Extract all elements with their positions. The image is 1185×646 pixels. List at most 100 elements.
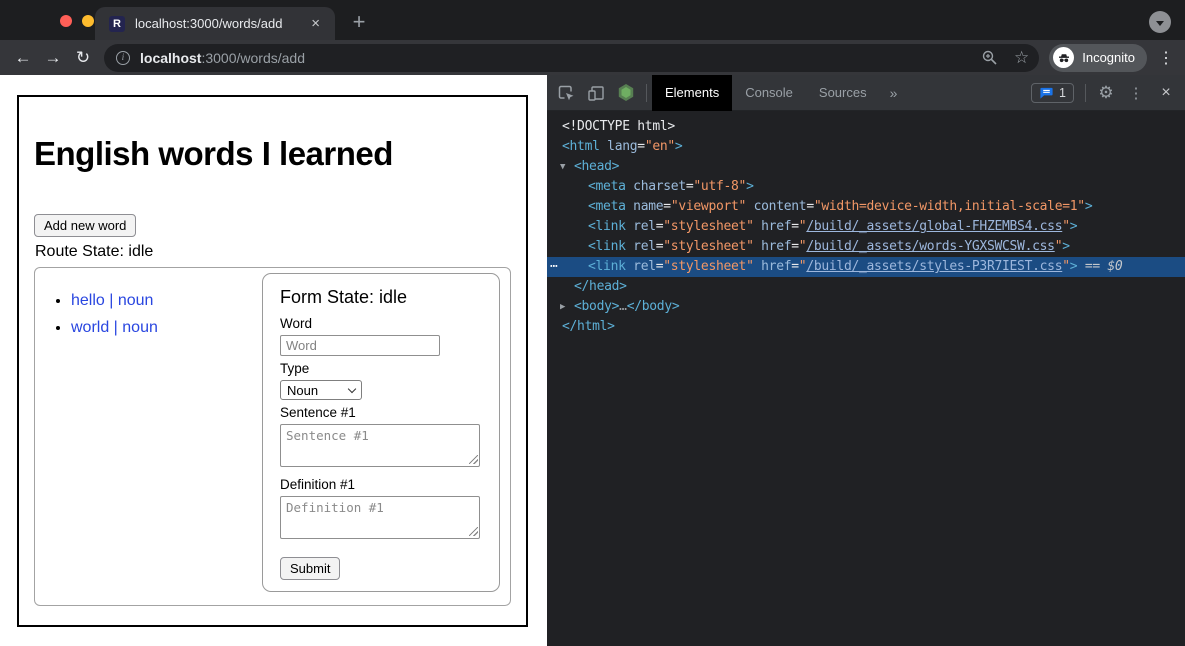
dom-row[interactable]: <meta charset="utf-8"> [547, 177, 1185, 197]
dom-row[interactable]: <link rel="stylesheet" href="/build/_ass… [547, 237, 1185, 257]
dom-token: </body> [627, 299, 680, 314]
incognito-icon [1053, 47, 1074, 68]
dom-token: rel [626, 239, 656, 254]
dom-token: " [1062, 259, 1070, 274]
dom-token: = [806, 199, 814, 214]
dom-row[interactable]: <meta name="viewport" content="width=dev… [547, 197, 1185, 217]
dom-token: content [746, 199, 806, 214]
expand-arrow-icon[interactable]: ▼ [560, 157, 565, 177]
page-title: English words I learned [34, 135, 393, 173]
dom-token: = [791, 259, 799, 274]
devtools-tab-console[interactable]: Console [732, 75, 806, 111]
toolbar-divider [1085, 84, 1086, 102]
dom-token: lang [600, 139, 638, 154]
dom-token: <meta [588, 179, 626, 194]
toolbar-divider [646, 84, 647, 102]
tab-strip: R localhost:3000/words/add × + [0, 0, 1185, 40]
dom-token: /build/_assets/global-FHZEMBS4.css [806, 219, 1062, 234]
dom-token: "en" [645, 139, 675, 154]
new-tab-button[interactable]: + [345, 8, 373, 36]
navigation-bar: ← → ↻ i localhost:3000/words/add ☆ [0, 40, 1185, 75]
dom-token: <head> [574, 159, 619, 174]
dom-row[interactable]: </html> [547, 317, 1185, 337]
site-info-icon[interactable]: i [116, 51, 130, 65]
dom-token: charset [626, 179, 686, 194]
dom-token: = [663, 199, 671, 214]
dom-token: "viewport" [671, 199, 746, 214]
dom-row[interactable]: ⋯<link rel="stylesheet" href="/build/_as… [547, 257, 1185, 277]
browser-tab[interactable]: R localhost:3000/words/add × [95, 7, 335, 40]
url-text[interactable]: localhost:3000/words/add [140, 50, 965, 66]
devtools-tabs: ElementsConsoleSources [652, 75, 880, 111]
sentence-textarea[interactable] [280, 424, 480, 467]
type-select[interactable]: Noun [280, 380, 362, 400]
word-link[interactable]: hello | noun [71, 292, 153, 309]
close-window-button[interactable] [60, 15, 72, 27]
devtools-menu-icon[interactable]: ⋮ [1121, 75, 1151, 111]
dom-token: = [791, 219, 799, 234]
app-container: English words I learned Add new word Rou… [17, 95, 528, 627]
dom-token: " [1062, 219, 1070, 234]
devtools-tab-sources[interactable]: Sources [806, 75, 880, 111]
dom-token: href [754, 239, 792, 254]
dom-row[interactable]: ▼ <head> [547, 157, 1185, 177]
inspect-element-button[interactable] [551, 75, 581, 111]
dom-token: > [746, 179, 754, 194]
minimize-window-button[interactable] [82, 15, 94, 27]
type-select-value: Noun [287, 383, 318, 398]
word-label: Word [280, 316, 482, 331]
dom-token: <link [588, 219, 626, 234]
word-list-item: world | noun [71, 319, 158, 337]
expand-arrow-icon[interactable]: ▶ [560, 297, 565, 317]
devtools-close-icon[interactable]: × [1151, 75, 1181, 111]
chevron-down-icon [1156, 21, 1164, 26]
dom-token: <!DOCTYPE html> [562, 119, 675, 134]
dom-row[interactable]: <link rel="stylesheet" href="/build/_ass… [547, 217, 1185, 237]
dom-token: rel [626, 219, 656, 234]
bookmark-star-icon[interactable]: ☆ [1014, 48, 1029, 68]
dom-row[interactable]: ▶<body>…</body> [547, 297, 1185, 317]
dom-token: <html [562, 139, 600, 154]
issues-badge[interactable]: 1 [1031, 83, 1074, 103]
definition-textarea[interactable] [280, 496, 480, 539]
forward-button[interactable]: → [38, 48, 68, 68]
browser-menu-icon[interactable]: ⋮ [1151, 48, 1181, 68]
dom-token: /build/_assets/words-YGXSWCSW.css [806, 239, 1054, 254]
back-button[interactable]: ← [8, 48, 38, 68]
dom-token: <meta [588, 199, 626, 214]
dom-token: == $0 [1077, 259, 1122, 274]
word-input[interactable] [280, 335, 440, 356]
device-toolbar-button[interactable] [581, 75, 611, 111]
dom-token: … [619, 299, 627, 314]
tab-search-button[interactable] [1149, 11, 1171, 33]
type-label: Type [280, 361, 482, 376]
word-link[interactable]: world | noun [71, 319, 158, 336]
dom-tree: <!DOCTYPE html><html lang="en">▼<head><m… [547, 111, 1185, 337]
tab-title: localhost:3000/words/add [135, 16, 306, 31]
route-state-text: Route State: idle [35, 243, 153, 261]
devtools-tab-elements[interactable]: Elements [652, 75, 732, 111]
add-new-word-button[interactable]: Add new word [34, 214, 136, 237]
dom-token: "width=device-width,initial-scale=1" [814, 199, 1085, 214]
more-actions-icon[interactable]: ⋯ [550, 257, 558, 277]
reload-button[interactable]: ↻ [68, 48, 98, 68]
dom-token: <link [588, 239, 626, 254]
dom-token: = [637, 139, 645, 154]
devtools-panel: ElementsConsoleSources » 1 ⚙ ⋮ × [547, 75, 1185, 646]
select-chevron-icon [348, 384, 356, 392]
submit-button[interactable]: Submit [280, 557, 340, 580]
word-list: hello | noun world | noun [71, 292, 158, 346]
settings-gear-icon[interactable]: ⚙ [1091, 75, 1121, 111]
add-word-form: Form State: idle Word Type Noun Sentence… [262, 273, 500, 592]
dom-row[interactable]: <html lang="en"> [547, 137, 1185, 157]
more-tabs-button[interactable]: » [880, 75, 908, 111]
dom-token: /build/_assets/styles-P3R7IEST.css [806, 259, 1062, 274]
word-list-item: hello | noun [71, 292, 158, 310]
zoom-level-icon[interactable] [981, 49, 998, 66]
address-bar[interactable]: i localhost:3000/words/add ☆ [104, 44, 1039, 72]
dom-row[interactable]: <!DOCTYPE html> [547, 117, 1185, 137]
tab-close-icon[interactable]: × [306, 15, 325, 32]
dom-row[interactable]: </head> [547, 277, 1185, 297]
dom-token: "utf-8" [693, 179, 746, 194]
extension-hexagon-icon[interactable] [611, 75, 641, 111]
